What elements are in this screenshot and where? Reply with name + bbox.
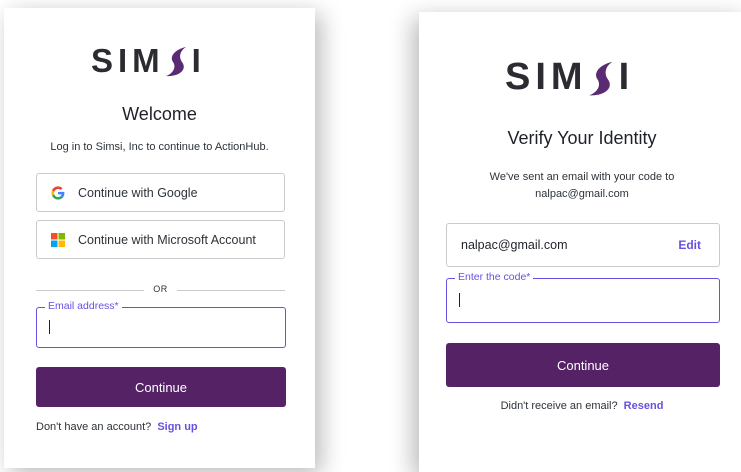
email-display: nalpac@gmail.com Edit — [446, 223, 720, 267]
logo-text-suffix: I — [191, 42, 206, 79]
continue-button[interactable]: Continue — [36, 367, 286, 407]
page-subtitle: We've sent an email with your code to na… — [419, 169, 741, 203]
continue-with-microsoft-button[interactable]: Continue with Microsoft Account — [36, 220, 285, 259]
logo-text-suffix: I — [618, 56, 635, 98]
logo-swoosh-icon — [165, 47, 186, 77]
divider-text: OR — [153, 284, 168, 294]
code-input[interactable]: Enter the code* — [446, 271, 720, 323]
simsi-logo: SIM I — [505, 56, 634, 99]
email-value: nalpac@gmail.com — [461, 238, 568, 252]
email-input-label: Email address* — [45, 300, 122, 312]
or-divider: OR — [36, 283, 285, 297]
logo-text: SIM — [91, 42, 165, 79]
continue-with-google-button[interactable]: Continue with Google — [36, 173, 285, 212]
simsi-logo: SIM I — [91, 42, 206, 80]
signup-prompt: Don't have an account? Sign up — [36, 421, 198, 433]
sign-up-link[interactable]: Sign up — [157, 421, 197, 433]
divider-line-right — [177, 290, 285, 291]
text-caret — [49, 320, 50, 334]
continue-button[interactable]: Continue — [446, 343, 720, 387]
resend-prompt: Didn't receive an email? Resend — [419, 400, 741, 412]
signup-prompt-text: Don't have an account? — [36, 421, 152, 433]
page-title: Verify Your Identity — [507, 128, 657, 148]
code-input-label: Enter the code* — [455, 271, 534, 283]
verify-card: SIM I Verify Your Identity We've sent an… — [419, 12, 741, 472]
resend-link[interactable]: Resend — [624, 400, 664, 412]
subtitle-line-2: nalpac@gmail.com — [535, 188, 629, 200]
page-title: Welcome — [122, 104, 197, 124]
page-subtitle: Log in to Simsi, Inc to continue to Acti… — [50, 141, 269, 153]
google-icon — [51, 186, 65, 200]
resend-prompt-text: Didn't receive an email? — [500, 400, 618, 412]
microsoft-icon — [51, 233, 65, 247]
text-caret — [459, 293, 460, 307]
logo-swoosh-icon — [588, 61, 612, 95]
google-button-label: Continue with Google — [78, 185, 198, 200]
logo-text: SIM — [505, 56, 588, 98]
subtitle-line-1: We've sent an email with your code to — [489, 171, 675, 183]
login-card: SIM I Welcome Log in to Simsi, Inc to co… — [4, 8, 315, 468]
email-input[interactable]: Email address* — [36, 300, 286, 348]
edit-email-link[interactable]: Edit — [678, 238, 701, 252]
microsoft-button-label: Continue with Microsoft Account — [78, 232, 256, 247]
